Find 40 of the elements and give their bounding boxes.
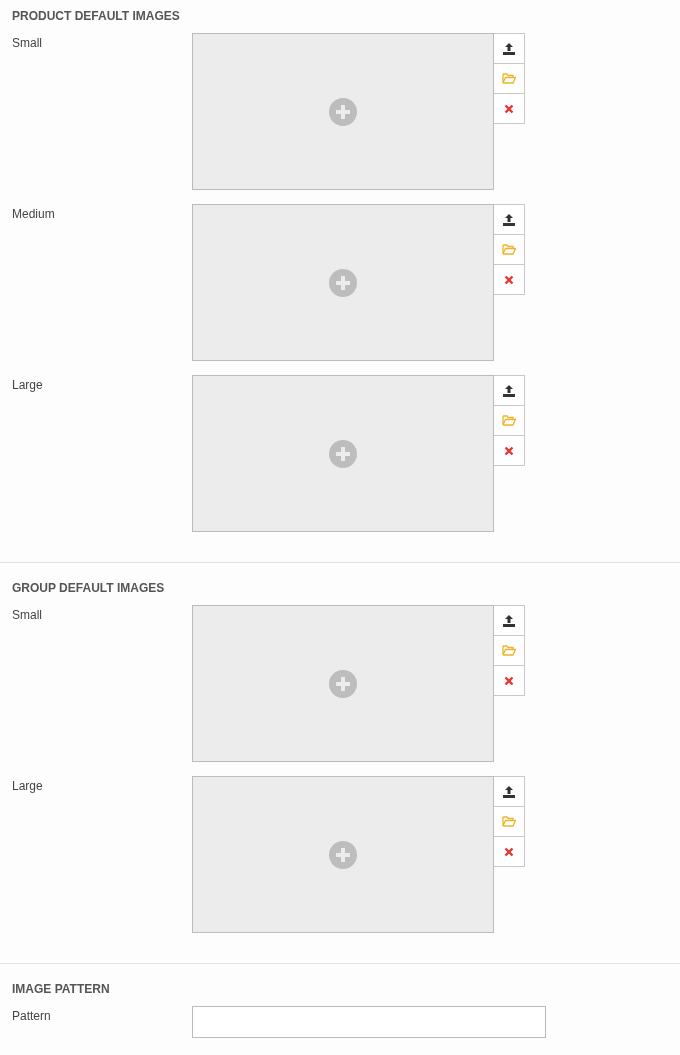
upload-button[interactable] — [494, 605, 525, 636]
section-heading: PRODUCT DEFAULT IMAGES — [12, 8, 181, 24]
field-label: Small — [12, 35, 43, 52]
close-icon — [504, 274, 514, 285]
upload-button[interactable] — [494, 776, 525, 807]
close-icon — [504, 675, 514, 686]
field-label: Large — [12, 778, 44, 795]
upload-icon — [503, 785, 515, 798]
folder-icon — [502, 244, 516, 255]
field-label: Large — [12, 377, 44, 394]
upload-icon — [503, 42, 515, 55]
folder-icon — [502, 415, 516, 426]
upload-button[interactable] — [494, 204, 525, 235]
field-label: Small — [12, 607, 43, 624]
add-icon — [329, 669, 357, 698]
upload-button[interactable] — [494, 33, 525, 64]
field-label: Medium — [12, 206, 56, 223]
close-icon — [504, 846, 514, 857]
upload-icon — [503, 384, 515, 397]
upload-icon — [503, 614, 515, 627]
add-icon — [329, 439, 357, 468]
input-field[interactable] — [192, 1006, 546, 1038]
add-icon — [329, 840, 357, 869]
remove-button[interactable] — [494, 93, 525, 124]
folder-icon — [502, 645, 516, 656]
folder-icon — [502, 73, 516, 84]
section-heading: IMAGE PATTERN — [12, 981, 111, 997]
add-icon — [329, 268, 357, 297]
upload-icon — [503, 213, 515, 226]
add-icon — [329, 97, 357, 126]
remove-button[interactable] — [494, 264, 525, 295]
section-heading: GROUP DEFAULT IMAGES — [12, 580, 166, 596]
folder-icon — [502, 816, 516, 827]
remove-button[interactable] — [494, 665, 525, 696]
remove-button[interactable] — [494, 435, 525, 466]
remove-button[interactable] — [494, 836, 525, 867]
close-icon — [504, 103, 514, 114]
field-label: Pattern — [12, 1008, 52, 1025]
upload-button[interactable] — [494, 375, 525, 406]
close-icon — [504, 445, 514, 456]
